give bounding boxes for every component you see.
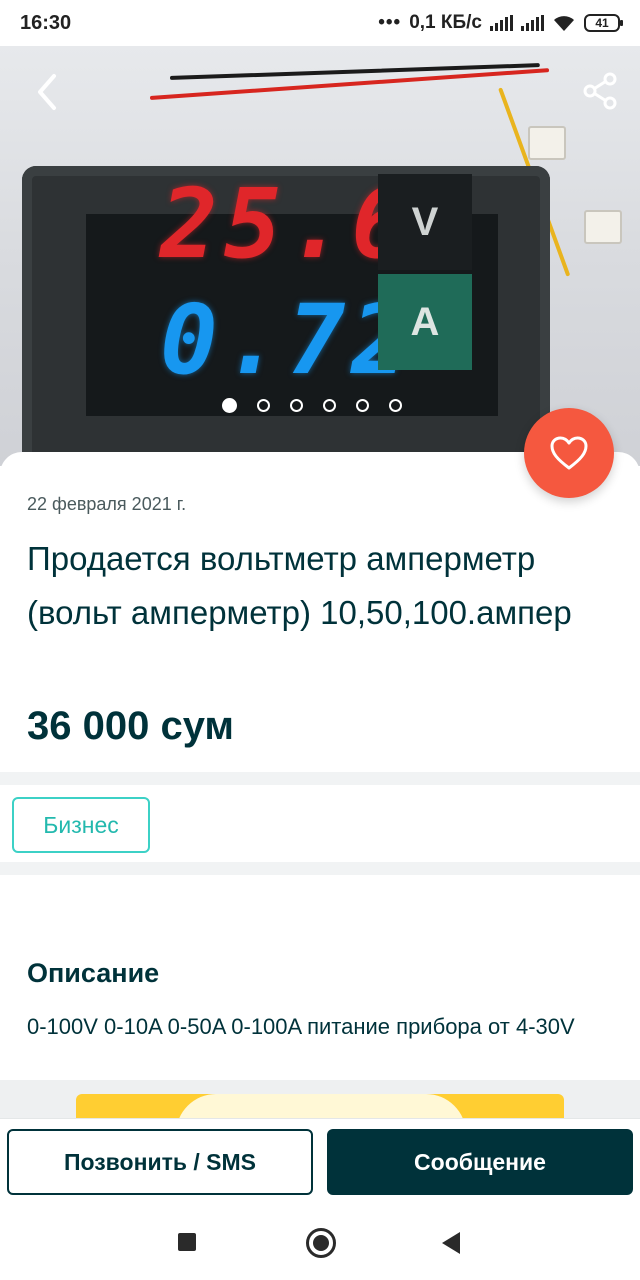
meter-reading-amps: 0.72 — [160, 284, 416, 396]
promo-banner[interactable] — [76, 1094, 564, 1118]
battery-icon: 41 — [584, 14, 623, 32]
back-button[interactable] — [26, 66, 70, 118]
divider — [0, 862, 640, 875]
unit-amps: A — [378, 274, 472, 370]
call-sms-button[interactable]: Позвонить / SMS — [7, 1129, 313, 1195]
recent-apps-icon[interactable] — [178, 1233, 196, 1251]
pagination-dot-active[interactable] — [222, 398, 237, 413]
ad-title: Продается вольтметр амперметр (вольт амп… — [27, 540, 572, 631]
wire-connector — [528, 126, 566, 160]
pagination-dot[interactable] — [323, 399, 336, 412]
status-bar: 16:30 ••• 0,1 КБ/с 41 — [0, 0, 640, 46]
signal-icon — [490, 15, 513, 31]
ad-price: 36 000 сум — [27, 704, 235, 748]
pagination-dot[interactable] — [356, 399, 369, 412]
back-triangle-icon[interactable] — [442, 1232, 460, 1254]
wifi-icon — [554, 16, 574, 31]
favorite-button[interactable] — [524, 408, 614, 498]
chevron-left-icon — [38, 74, 56, 110]
message-button[interactable]: Сообщение — [327, 1129, 633, 1195]
pagination-dot[interactable] — [257, 399, 270, 412]
status-indicators: ••• 0,1 КБ/с 41 — [378, 12, 623, 34]
meter-unit-panel: V A — [378, 174, 472, 370]
home-icon[interactable] — [306, 1228, 336, 1258]
pagination-dot[interactable] — [290, 399, 303, 412]
network-speed: 0,1 КБ/с — [409, 12, 482, 33]
description-heading: Описание — [27, 958, 160, 988]
ad-date: 22 февраля 2021 г. — [27, 494, 187, 514]
heart-icon — [550, 436, 588, 470]
share-button[interactable] — [580, 70, 622, 112]
business-badge[interactable]: Бизнес — [12, 797, 150, 853]
description-text: 0-100V 0-10A 0-50A 0-100A питание прибор… — [27, 1014, 575, 1039]
divider — [0, 772, 640, 785]
meter-reading-volts: 25.6 — [160, 168, 416, 280]
wire-black — [169, 63, 540, 80]
wire-connector-2 — [584, 210, 622, 244]
system-nav-bar — [0, 1204, 640, 1280]
promo-strip — [0, 1080, 640, 1118]
pagination-dot[interactable] — [389, 399, 402, 412]
status-time: 16:30 — [20, 11, 72, 34]
unit-volts: V — [378, 174, 472, 270]
signal-icon-2 — [521, 15, 544, 31]
notification-dots: ••• — [378, 12, 402, 33]
share-icon — [583, 72, 617, 110]
gallery-pagination — [222, 398, 402, 413]
action-bar: Позвонить / SMS Сообщение — [0, 1118, 640, 1204]
